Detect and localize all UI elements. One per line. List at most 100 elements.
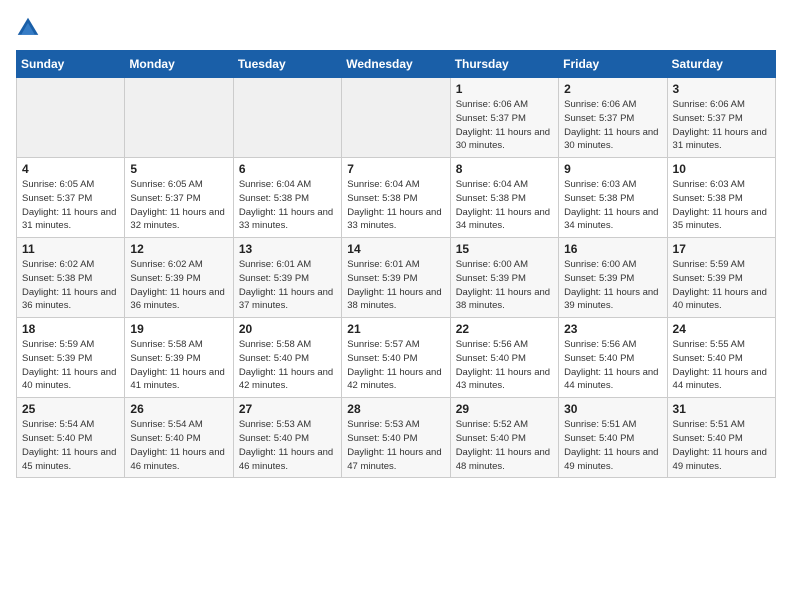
day-number: 21 — [347, 322, 444, 336]
day-number: 28 — [347, 402, 444, 416]
calendar-week-1: 1 Sunrise: 6:06 AM Sunset: 5:37 PM Daylig… — [17, 78, 776, 158]
day-info: Sunrise: 6:00 AM Sunset: 5:39 PM Dayligh… — [564, 258, 661, 313]
calendar-cell: 11 Sunrise: 6:02 AM Sunset: 5:38 PM Dayli… — [17, 238, 125, 318]
calendar-cell: 29 Sunrise: 5:52 AM Sunset: 5:40 PM Dayli… — [450, 398, 558, 478]
calendar-cell: 21 Sunrise: 5:57 AM Sunset: 5:40 PM Dayli… — [342, 318, 450, 398]
day-number: 7 — [347, 162, 444, 176]
day-info: Sunrise: 5:54 AM Sunset: 5:40 PM Dayligh… — [130, 418, 227, 473]
weekday-header-row: SundayMondayTuesdayWednesdayThursdayFrid… — [17, 51, 776, 78]
calendar-cell: 19Sunrise: 5:58 AM Sunset: 5:39 PM Dayli… — [125, 318, 233, 398]
calendar-cell: 22 Sunrise: 5:56 AM Sunset: 5:40 PM Dayli… — [450, 318, 558, 398]
page-header — [16, 16, 776, 40]
day-number: 31 — [673, 402, 770, 416]
weekday-header-friday: Friday — [559, 51, 667, 78]
day-info: Sunrise: 5:55 AM Sunset: 5:40 PM Dayligh… — [673, 338, 770, 393]
day-number: 1 — [456, 82, 553, 96]
day-number: 16 — [564, 242, 661, 256]
calendar-week-5: 25 Sunrise: 5:54 AM Sunset: 5:40 PM Dayli… — [17, 398, 776, 478]
calendar-cell: 1 Sunrise: 6:06 AM Sunset: 5:37 PM Daylig… — [450, 78, 558, 158]
calendar-week-3: 11 Sunrise: 6:02 AM Sunset: 5:38 PM Dayli… — [17, 238, 776, 318]
calendar-cell: 20 Sunrise: 5:58 AM Sunset: 5:40 PM Dayli… — [233, 318, 341, 398]
calendar-cell: 16 Sunrise: 6:00 AM Sunset: 5:39 PM Dayli… — [559, 238, 667, 318]
calendar-cell: 9 Sunrise: 6:03 AM Sunset: 5:38 PM Daylig… — [559, 158, 667, 238]
day-number: 30 — [564, 402, 661, 416]
calendar-cell: 25 Sunrise: 5:54 AM Sunset: 5:40 PM Dayli… — [17, 398, 125, 478]
day-info: Sunrise: 5:53 AM Sunset: 5:40 PM Dayligh… — [347, 418, 444, 473]
calendar-cell: 8 Sunrise: 6:04 AM Sunset: 5:38 PM Daylig… — [450, 158, 558, 238]
calendar-cell: 15 Sunrise: 6:00 AM Sunset: 5:39 PM Dayli… — [450, 238, 558, 318]
day-info: Sunrise: 6:02 AM Sunset: 5:38 PM Dayligh… — [22, 258, 119, 313]
day-number: 3 — [673, 82, 770, 96]
calendar-week-2: 4 Sunrise: 6:05 AM Sunset: 5:37 PM Daylig… — [17, 158, 776, 238]
calendar-header: SundayMondayTuesdayWednesdayThursdayFrid… — [17, 51, 776, 78]
day-number: 5 — [130, 162, 227, 176]
day-info: Sunrise: 6:06 AM Sunset: 5:37 PM Dayligh… — [456, 98, 553, 153]
day-info: Sunrise: 6:04 AM Sunset: 5:38 PM Dayligh… — [239, 178, 336, 233]
day-number: 9 — [564, 162, 661, 176]
calendar-cell: 28 Sunrise: 5:53 AM Sunset: 5:40 PM Dayli… — [342, 398, 450, 478]
day-number: 25 — [22, 402, 119, 416]
day-info: Sunrise: 5:54 AM Sunset: 5:40 PM Dayligh… — [22, 418, 119, 473]
calendar-cell: 10 Sunrise: 6:03 AM Sunset: 5:38 PM Dayli… — [667, 158, 775, 238]
calendar-cell: 23 Sunrise: 5:56 AM Sunset: 5:40 PM Dayli… — [559, 318, 667, 398]
day-info: Sunrise: 6:06 AM Sunset: 5:37 PM Dayligh… — [564, 98, 661, 153]
day-info: Sunrise: 5:59 AM Sunset: 5:39 PM Dayligh… — [673, 258, 770, 313]
day-number: 29 — [456, 402, 553, 416]
day-info: Sunrise: 6:06 AM Sunset: 5:37 PM Dayligh… — [673, 98, 770, 153]
calendar-cell — [342, 78, 450, 158]
weekday-header-thursday: Thursday — [450, 51, 558, 78]
day-number: 4 — [22, 162, 119, 176]
day-number: 10 — [673, 162, 770, 176]
day-number: 6 — [239, 162, 336, 176]
calendar-cell: 14Sunrise: 6:01 AM Sunset: 5:39 PM Dayli… — [342, 238, 450, 318]
weekday-header-saturday: Saturday — [667, 51, 775, 78]
day-number: 20 — [239, 322, 336, 336]
calendar-cell: 5 Sunrise: 6:05 AM Sunset: 5:37 PM Daylig… — [125, 158, 233, 238]
calendar-cell: 30 Sunrise: 5:51 AM Sunset: 5:40 PM Dayli… — [559, 398, 667, 478]
day-info: Sunrise: 6:03 AM Sunset: 5:38 PM Dayligh… — [564, 178, 661, 233]
calendar-body: 1 Sunrise: 6:06 AM Sunset: 5:37 PM Daylig… — [17, 78, 776, 478]
day-info: Sunrise: 6:01 AM Sunset: 5:39 PM Dayligh… — [239, 258, 336, 313]
calendar-cell — [125, 78, 233, 158]
calendar-table: SundayMondayTuesdayWednesdayThursdayFrid… — [16, 50, 776, 478]
day-number: 18 — [22, 322, 119, 336]
day-info: Sunrise: 6:05 AM Sunset: 5:37 PM Dayligh… — [130, 178, 227, 233]
day-number: 12 — [130, 242, 227, 256]
day-number: 27 — [239, 402, 336, 416]
calendar-cell: 27 Sunrise: 5:53 AM Sunset: 5:40 PM Dayli… — [233, 398, 341, 478]
day-info: Sunrise: 5:51 AM Sunset: 5:40 PM Dayligh… — [564, 418, 661, 473]
day-info: Sunrise: 5:56 AM Sunset: 5:40 PM Dayligh… — [456, 338, 553, 393]
calendar-cell: 12 Sunrise: 6:02 AM Sunset: 5:39 PM Dayli… — [125, 238, 233, 318]
calendar-cell: 7 Sunrise: 6:04 AM Sunset: 5:38 PM Daylig… — [342, 158, 450, 238]
day-info: Sunrise: 6:00 AM Sunset: 5:39 PM Dayligh… — [456, 258, 553, 313]
day-info: Sunrise: 6:05 AM Sunset: 5:37 PM Dayligh… — [22, 178, 119, 233]
calendar-cell: 2 Sunrise: 6:06 AM Sunset: 5:37 PM Daylig… — [559, 78, 667, 158]
weekday-header-wednesday: Wednesday — [342, 51, 450, 78]
day-number: 8 — [456, 162, 553, 176]
logo — [16, 16, 44, 40]
day-info: Sunrise: 5:57 AM Sunset: 5:40 PM Dayligh… — [347, 338, 444, 393]
day-info: Sunrise: 5:53 AM Sunset: 5:40 PM Dayligh… — [239, 418, 336, 473]
day-number: 15 — [456, 242, 553, 256]
calendar-cell: 26Sunrise: 5:54 AM Sunset: 5:40 PM Dayli… — [125, 398, 233, 478]
day-number: 22 — [456, 322, 553, 336]
calendar-cell: 17Sunrise: 5:59 AM Sunset: 5:39 PM Dayli… — [667, 238, 775, 318]
day-info: Sunrise: 6:01 AM Sunset: 5:39 PM Dayligh… — [347, 258, 444, 313]
day-info: Sunrise: 6:04 AM Sunset: 5:38 PM Dayligh… — [456, 178, 553, 233]
day-number: 11 — [22, 242, 119, 256]
day-info: Sunrise: 6:02 AM Sunset: 5:39 PM Dayligh… — [130, 258, 227, 313]
day-info: Sunrise: 5:56 AM Sunset: 5:40 PM Dayligh… — [564, 338, 661, 393]
day-info: Sunrise: 5:52 AM Sunset: 5:40 PM Dayligh… — [456, 418, 553, 473]
day-info: Sunrise: 6:03 AM Sunset: 5:38 PM Dayligh… — [673, 178, 770, 233]
day-number: 2 — [564, 82, 661, 96]
calendar-cell — [233, 78, 341, 158]
logo-icon — [16, 16, 40, 40]
day-info: Sunrise: 6:04 AM Sunset: 5:38 PM Dayligh… — [347, 178, 444, 233]
day-number: 19 — [130, 322, 227, 336]
calendar-cell: 18Sunrise: 5:59 AM Sunset: 5:39 PM Dayli… — [17, 318, 125, 398]
weekday-header-tuesday: Tuesday — [233, 51, 341, 78]
calendar-week-4: 18Sunrise: 5:59 AM Sunset: 5:39 PM Dayli… — [17, 318, 776, 398]
day-info: Sunrise: 5:58 AM Sunset: 5:40 PM Dayligh… — [239, 338, 336, 393]
day-number: 23 — [564, 322, 661, 336]
day-number: 24 — [673, 322, 770, 336]
